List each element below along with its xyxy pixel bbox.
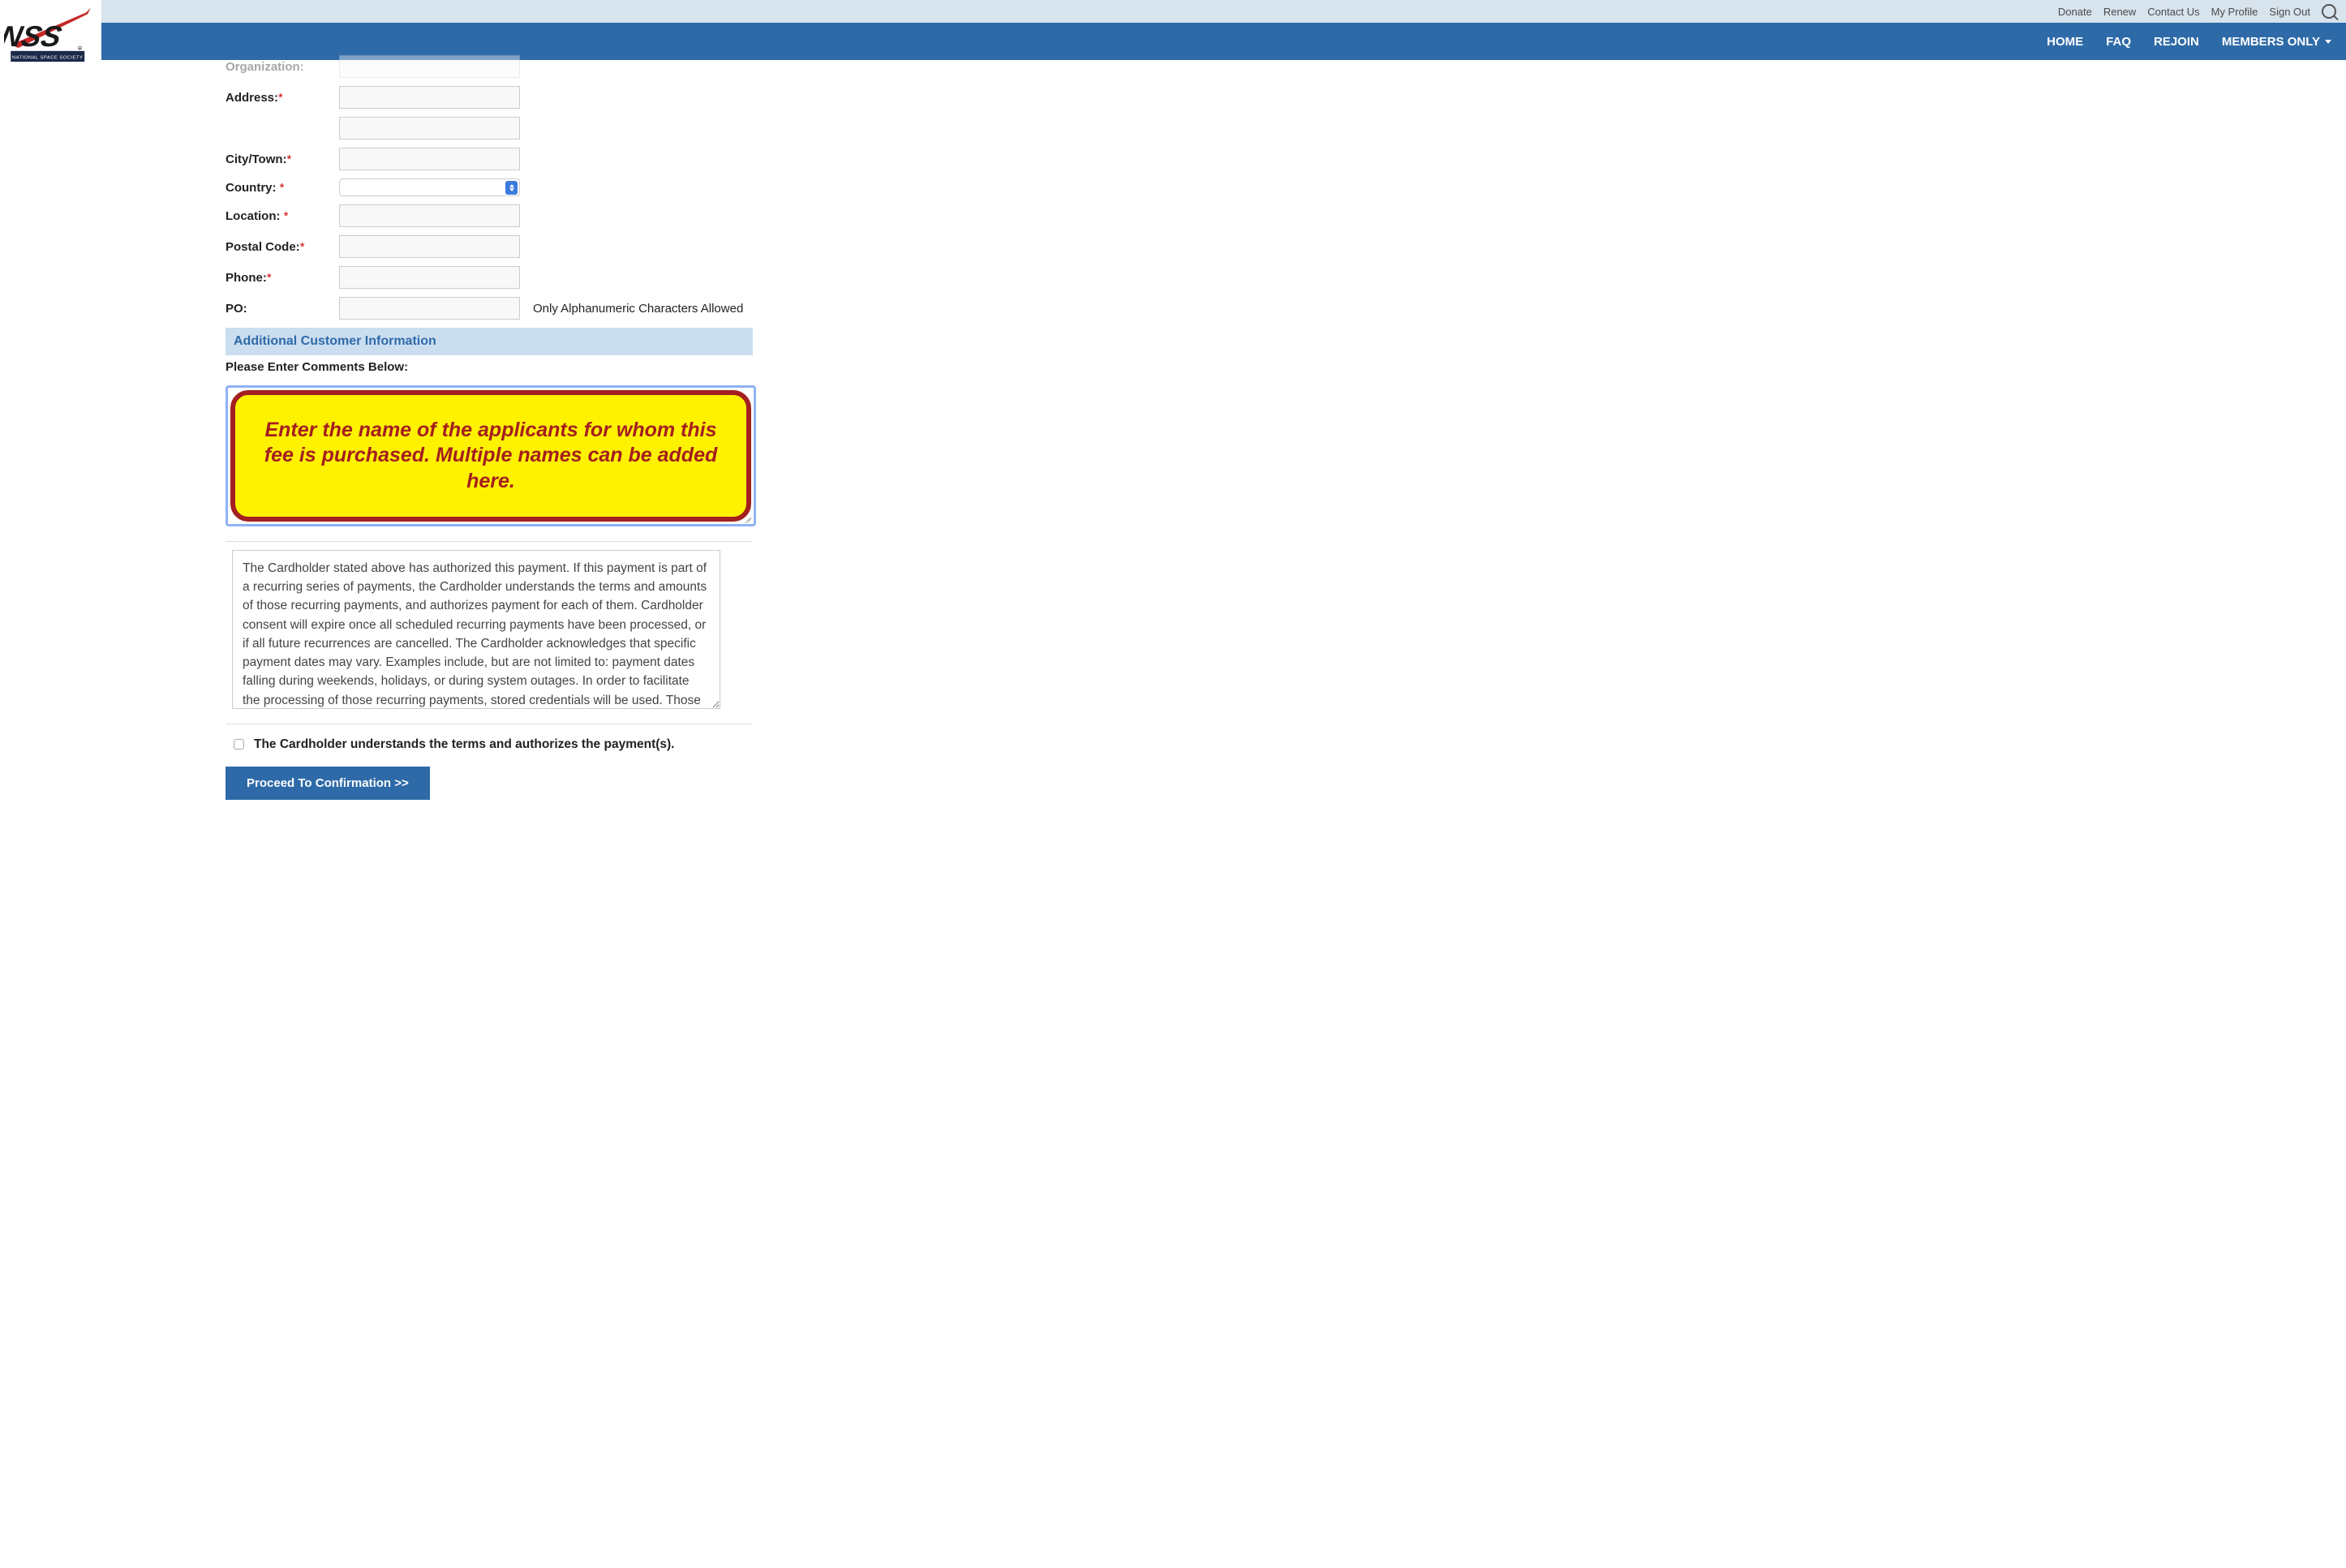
label-po: PO: xyxy=(226,302,339,316)
label-comments: Please Enter Comments Below: xyxy=(226,360,956,374)
label-location: Location: * xyxy=(226,209,339,223)
label-postal: Postal Code:* xyxy=(226,240,339,254)
location-input[interactable] xyxy=(339,204,520,227)
nav-rejoin[interactable]: REJOIN xyxy=(2154,35,2199,49)
postal-input[interactable] xyxy=(339,235,520,258)
address-input-1[interactable] xyxy=(339,86,520,109)
section-additional-customer-info: Additional Customer Information xyxy=(226,328,753,355)
consent-label: The Cardholder understands the terms and… xyxy=(254,737,674,752)
nav-members[interactable]: MEMBERS ONLY xyxy=(2222,35,2331,49)
terms-text: The Cardholder stated above has authoriz… xyxy=(243,561,707,709)
terms-textarea[interactable]: The Cardholder stated above has authoriz… xyxy=(232,550,720,709)
divider xyxy=(226,541,753,542)
label-country: Country: * xyxy=(226,181,339,195)
contact-link[interactable]: Contact Us xyxy=(2147,6,2199,18)
city-input[interactable] xyxy=(339,148,520,170)
organization-input[interactable] xyxy=(339,55,520,78)
donate-link[interactable]: Donate xyxy=(2058,6,2092,18)
label-city: City/Town:* xyxy=(226,153,339,166)
profile-link[interactable]: My Profile xyxy=(2211,6,2258,18)
nav-home[interactable]: HOME xyxy=(2047,35,2083,49)
select-stepper-icon xyxy=(505,181,518,195)
resize-handle-icon[interactable] xyxy=(741,513,751,522)
po-input[interactable] xyxy=(339,297,520,320)
proceed-button[interactable]: Proceed To Confirmation >> xyxy=(226,767,430,800)
chevron-down-icon xyxy=(2325,40,2331,44)
svg-text:NATIONAL SPACE SOCIETY: NATIONAL SPACE SOCIETY xyxy=(11,55,82,60)
svg-text:R: R xyxy=(79,47,80,50)
consent-checkbox[interactable] xyxy=(234,739,244,750)
logo[interactable]: NSS NATIONAL SPACE SOCIETY R xyxy=(2,3,99,65)
po-hint: Only Alphanumeric Characters Allowed xyxy=(533,302,743,316)
instruction-text: Enter the name of the applicants for who… xyxy=(260,418,722,494)
address-input-2[interactable] xyxy=(339,117,520,140)
country-select[interactable] xyxy=(339,178,520,196)
nav-faq[interactable]: FAQ xyxy=(2106,35,2131,49)
comments-textarea[interactable]: Enter the name of the applicants for who… xyxy=(226,385,756,526)
renew-link[interactable]: Renew xyxy=(2103,6,2136,18)
signout-link[interactable]: Sign Out xyxy=(2269,6,2310,18)
svg-text:NSS: NSS xyxy=(4,20,65,54)
utility-nav: Donate Renew Contact Us My Profile Sign … xyxy=(101,0,2346,23)
phone-input[interactable] xyxy=(339,266,520,289)
instruction-callout: Enter the name of the applicants for who… xyxy=(230,390,751,522)
label-address: Address:* xyxy=(226,91,339,105)
label-organization: Organization: xyxy=(226,60,339,74)
label-phone: Phone:* xyxy=(226,271,339,285)
search-icon[interactable] xyxy=(2322,4,2336,19)
